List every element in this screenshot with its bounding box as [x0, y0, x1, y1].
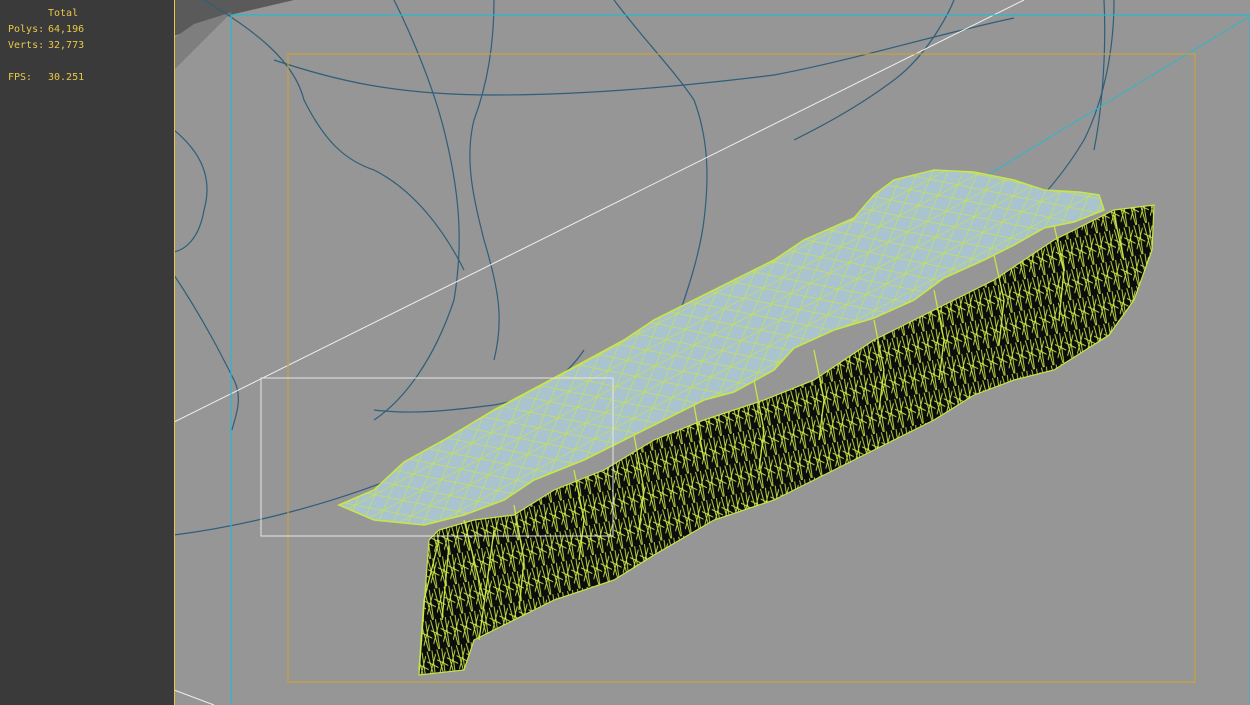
stats-title: Total — [48, 8, 79, 19]
verts-label: Verts: — [8, 40, 45, 51]
viewport-scene[interactable] — [174, 0, 1250, 705]
verts-value: 32,773 — [48, 40, 85, 51]
max-viewport-window: Total Polys: 64,196 Verts: 32,773 FPS: 3… — [0, 0, 1250, 705]
perspective-viewport[interactable] — [174, 0, 1250, 705]
fps-label: FPS: — [8, 72, 33, 83]
camera-line-lower — [174, 689, 215, 705]
polys-value: 64,196 — [48, 24, 85, 35]
polys-label: Polys: — [8, 24, 45, 35]
cliff-mesh[interactable] — [336, 169, 1155, 676]
statistics-panel: Total Polys: 64,196 Verts: 32,773 FPS: 3… — [0, 0, 174, 705]
fps-value: 30.251 — [48, 72, 85, 83]
